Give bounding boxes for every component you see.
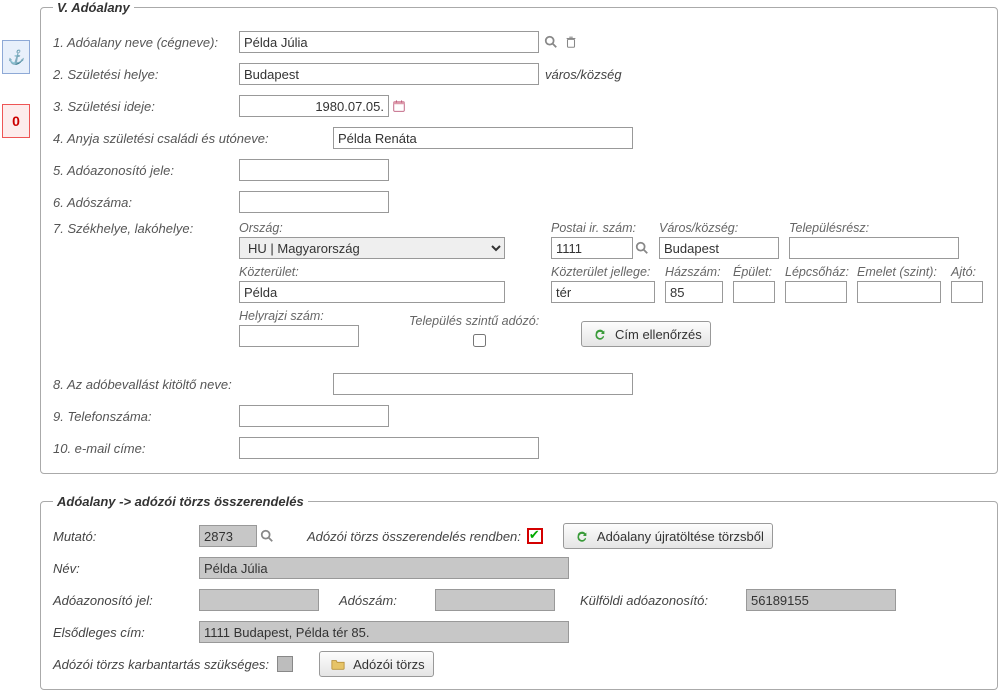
label-taxnum: 6. Adószáma: bbox=[53, 195, 239, 210]
zip-input[interactable] bbox=[551, 237, 633, 259]
label-zip: Postai ir. szám: bbox=[551, 221, 649, 235]
birthdate-input[interactable] bbox=[239, 95, 389, 117]
calendar-icon[interactable] bbox=[391, 98, 407, 114]
search-icon[interactable] bbox=[543, 34, 559, 50]
label-street-type: Közterület jellege: bbox=[551, 265, 655, 279]
label-birthdate: 3. Születési ideje: bbox=[53, 99, 239, 114]
district-input[interactable] bbox=[789, 237, 959, 259]
city-input[interactable] bbox=[659, 237, 779, 259]
door-input[interactable] bbox=[951, 281, 983, 303]
address-check-button[interactable]: Cím ellenőrzés bbox=[581, 321, 711, 347]
country-select[interactable]: HU | Magyarország bbox=[239, 237, 505, 259]
phone-input[interactable] bbox=[239, 405, 389, 427]
filler-name-input[interactable] bbox=[333, 373, 633, 395]
label-lot: Helyrajzi szám: bbox=[239, 309, 359, 323]
label-floor: Emelet (szint): bbox=[857, 265, 941, 279]
name-input[interactable] bbox=[239, 31, 539, 53]
zip-search-icon[interactable] bbox=[635, 240, 649, 256]
mother-name-input[interactable] bbox=[333, 127, 633, 149]
address-check-label: Cím ellenőrzés bbox=[615, 327, 702, 342]
trash-icon[interactable] bbox=[563, 34, 579, 50]
house-input[interactable] bbox=[665, 281, 723, 303]
lot-input[interactable] bbox=[239, 325, 359, 347]
reload-icon bbox=[574, 528, 590, 544]
error-count-toggle[interactable]: 0 bbox=[2, 104, 30, 138]
maintenance-checkbox[interactable] bbox=[277, 656, 293, 672]
label-name: 1. Adóalany neve (cégneve): bbox=[53, 35, 239, 50]
taxnum-input[interactable] bbox=[239, 191, 389, 213]
label-foreign: Külföldi adóazonosító: bbox=[580, 593, 740, 608]
label-maintenance: Adózói törzs karbantartás szükséges: bbox=[53, 657, 269, 672]
anchor-toggle[interactable]: ⚓ bbox=[2, 40, 30, 74]
taxid-input[interactable] bbox=[239, 159, 389, 181]
mutato-input bbox=[199, 525, 257, 547]
label-taxnum2: Adószám: bbox=[339, 593, 429, 608]
label-taxid2: Adóazonosító jel: bbox=[53, 593, 193, 608]
taxpayer-legend: V. Adóalany bbox=[53, 0, 134, 15]
open-registry-button[interactable]: Adózói törzs bbox=[319, 651, 434, 677]
reload-from-registry-button[interactable]: Adóalany újratöltése törzsből bbox=[563, 523, 773, 549]
label-stair: Lépcsőház: bbox=[785, 265, 847, 279]
label-phone: 9. Telefonszáma: bbox=[53, 409, 239, 424]
label-filler: 8. Az adóbevallást kitöltő neve: bbox=[53, 377, 333, 392]
mapping-fieldset: Adóalany -> adózói törzs összerendelés M… bbox=[40, 494, 998, 690]
label-primary-addr: Elsődleges cím: bbox=[53, 625, 193, 640]
reload-label: Adóalany újratöltése törzsből bbox=[597, 529, 764, 544]
error-count-value: 0 bbox=[12, 114, 20, 128]
email-input[interactable] bbox=[239, 437, 539, 459]
label-country: Ország: bbox=[239, 221, 505, 235]
label-email: 10. e-mail címe: bbox=[53, 441, 239, 456]
birthplace-suffix: város/község bbox=[545, 67, 622, 82]
label-street: Közterület: bbox=[239, 265, 505, 279]
birthplace-input[interactable] bbox=[239, 63, 539, 85]
label-mutato: Mutató: bbox=[53, 529, 193, 544]
label-taxid: 5. Adóazonosító jele: bbox=[53, 163, 239, 178]
building-input[interactable] bbox=[733, 281, 775, 303]
folder-icon bbox=[330, 656, 346, 672]
label-house: Házszám: bbox=[665, 265, 723, 279]
linked-name-input bbox=[199, 557, 569, 579]
linked-addr-input bbox=[199, 621, 569, 643]
label-building: Épület: bbox=[733, 265, 775, 279]
linked-taxnum-input bbox=[435, 589, 555, 611]
link-ok-checkbox[interactable] bbox=[527, 528, 543, 544]
refresh-icon bbox=[592, 326, 608, 342]
label-mother: 4. Anyja születési családi és utóneve: bbox=[53, 131, 333, 146]
municipality-level-checkbox[interactable] bbox=[473, 334, 486, 347]
mapping-legend: Adóalany -> adózói törzs összerendelés bbox=[53, 494, 308, 509]
label-door: Ajtó: bbox=[951, 265, 983, 279]
stair-input[interactable] bbox=[785, 281, 847, 303]
taxpayer-fieldset: V. Adóalany 1. Adóalany neve (cégneve): … bbox=[40, 0, 998, 474]
anchor-icon: ⚓ bbox=[7, 50, 24, 64]
linked-foreign-input bbox=[746, 589, 896, 611]
open-registry-label: Adózói törzs bbox=[353, 657, 425, 672]
label-district: Településrész: bbox=[789, 221, 959, 235]
label-name2: Név: bbox=[53, 561, 193, 576]
mutato-search-icon[interactable] bbox=[259, 528, 275, 544]
linked-taxid-input bbox=[199, 589, 319, 611]
label-city: Város/község: bbox=[659, 221, 779, 235]
label-link-ok: Adózói törzs összerendelés rendben: bbox=[307, 529, 521, 544]
label-birthplace: 2. Születési helye: bbox=[53, 67, 239, 82]
label-muni: Település szintű adózó: bbox=[409, 314, 539, 328]
label-address: 7. Székhelye, lakóhelye: bbox=[53, 221, 239, 236]
floor-input[interactable] bbox=[857, 281, 941, 303]
street-input[interactable] bbox=[239, 281, 505, 303]
street-type-input[interactable] bbox=[551, 281, 655, 303]
